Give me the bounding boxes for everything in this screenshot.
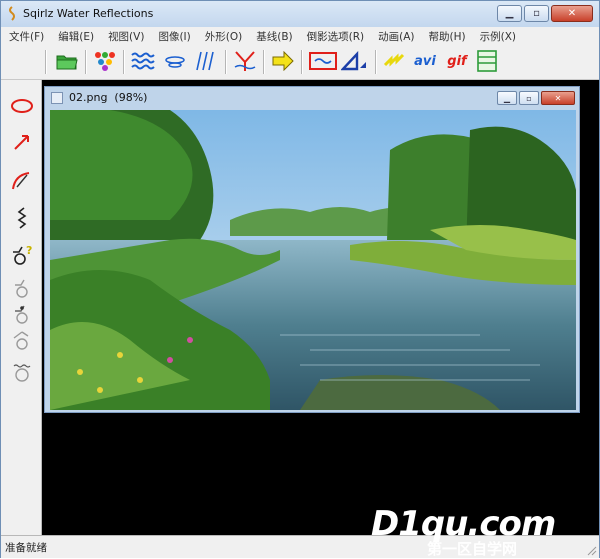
color-dots-icon: [95, 52, 115, 71]
menu-image[interactable]: 图像(I): [150, 29, 196, 44]
shape-tool-1-button[interactable]: [9, 276, 35, 300]
curve-icon: [12, 172, 30, 190]
water-circle-icon: [13, 364, 31, 382]
toolbar-separator: [225, 50, 227, 74]
menu-edit[interactable]: 编辑(E): [50, 29, 100, 44]
menu-file[interactable]: 文件(F): [1, 29, 50, 44]
toolbar-separator: [263, 50, 265, 74]
perspective-triangle-icon: [341, 51, 366, 71]
watermark-sub: 第一区自学网: [427, 540, 518, 558]
document-area: 02.png (98%) ▁ ▫ ✕: [42, 80, 599, 535]
colors-button[interactable]: [93, 49, 117, 73]
watermark: D1qu.com 第一区自学网: [371, 504, 571, 558]
image-close-button[interactable]: ✕: [541, 91, 575, 105]
shape-tool-3-button[interactable]: [9, 328, 35, 352]
toolbar: avi gif: [1, 45, 599, 80]
zigzag-tool-button[interactable]: [9, 206, 35, 230]
toolbar-separator: [85, 50, 87, 74]
shape-question-icon: ?: [13, 244, 32, 265]
perspective-button[interactable]: [341, 49, 369, 73]
panel-window-icon: [477, 50, 497, 72]
shape-dot-icon: [15, 305, 28, 324]
close-icon: ✕: [554, 93, 562, 103]
arrow-button[interactable]: [271, 49, 295, 73]
image-window-title: 02.png (98%): [69, 91, 148, 104]
menu-animation[interactable]: 动画(A): [370, 29, 420, 44]
gif-button[interactable]: gif: [443, 49, 471, 73]
rain-button[interactable]: [195, 49, 219, 73]
minimize-icon: ▁: [505, 8, 514, 19]
avi-label: avi: [414, 53, 436, 69]
baseline-button[interactable]: [233, 49, 257, 73]
window-title: Sqirlz Water Reflections: [23, 7, 154, 20]
waves-button[interactable]: [131, 49, 155, 73]
water-line-tool-button[interactable]: [9, 360, 35, 384]
ellipse-icon: [11, 99, 33, 113]
curve-tool-button[interactable]: [9, 168, 35, 192]
toolbar-separator: [375, 50, 377, 74]
avi-button[interactable]: avi: [411, 49, 439, 73]
status-text: 准备就绪: [5, 542, 47, 554]
resize-grip-icon[interactable]: [585, 544, 597, 556]
ripples-button[interactable]: [163, 49, 187, 73]
open-folder-icon: [56, 55, 78, 70]
titlebar: Sqirlz Water Reflections ▁ ▫ ✕: [1, 1, 599, 27]
app-logo-icon: [9, 6, 15, 21]
rain-lines-icon: [196, 51, 214, 71]
maximize-icon: ▫: [533, 8, 540, 19]
image-restore-button[interactable]: ▫: [519, 91, 539, 105]
lightning-icon: [383, 53, 405, 67]
toolbar-separator: [45, 50, 47, 74]
arrow-right-icon: [272, 51, 294, 71]
landscape-photo: [50, 110, 576, 410]
lightning-button[interactable]: [383, 49, 407, 73]
line-tool-button[interactable]: [9, 130, 35, 154]
app-window: Sqirlz Water Reflections ▁ ▫ ✕ 文件(F) 编辑(…: [0, 0, 600, 558]
zigzag-icon: [17, 207, 27, 229]
panel-button[interactable]: [475, 49, 499, 73]
open-button[interactable]: [55, 49, 79, 73]
shape-help-button[interactable]: ?: [9, 242, 35, 266]
shape-tool-2-button[interactable]: [9, 302, 35, 326]
maximize-button[interactable]: ▫: [524, 5, 549, 22]
menubar: 文件(F) 编辑(E) 视图(V) 图像(I) 外形(O) 基线(B) 倒影选项…: [1, 27, 599, 45]
toolbar-separator: [301, 50, 303, 74]
ripples-icon: [165, 56, 185, 68]
window-controls: ▁ ▫ ✕: [497, 5, 593, 22]
menu-examples[interactable]: 示例(X): [472, 29, 522, 44]
menu-help[interactable]: 帮助(H): [421, 29, 472, 44]
image-window-controls: ▁ ▫ ✕: [497, 91, 575, 105]
minimize-icon: ▁: [503, 93, 511, 103]
reflection-frame-icon: [309, 52, 337, 70]
line-arrow-icon: [14, 135, 29, 150]
toolbar-separator: [123, 50, 125, 74]
minimize-button[interactable]: ▁: [497, 5, 522, 22]
restore-icon: ▫: [526, 93, 532, 103]
image-window: 02.png (98%) ▁ ▫ ✕: [44, 86, 580, 413]
shape-disabled-icon: [15, 279, 28, 298]
menu-shape[interactable]: 外形(O): [197, 29, 248, 44]
image-minimize-button[interactable]: ▁: [497, 91, 517, 105]
menu-view[interactable]: 视图(V): [100, 29, 150, 44]
menu-reflection-options[interactable]: 倒影选项(R): [299, 29, 371, 44]
close-button[interactable]: ✕: [551, 5, 593, 22]
close-icon: ✕: [567, 8, 577, 19]
svg-text:?: ?: [26, 244, 32, 257]
gif-label: gif: [447, 53, 467, 69]
waves-icon: [131, 52, 155, 70]
ellipse-tool-button[interactable]: [9, 94, 35, 118]
drawing-toolbar: ?: [1, 80, 42, 535]
document-icon: [51, 92, 63, 104]
shape-tilt-icon: [13, 331, 29, 350]
menu-baseline[interactable]: 基线(B): [248, 29, 298, 44]
baseline-icon: [234, 51, 256, 71]
reflection-frame-button[interactable]: [309, 49, 337, 73]
